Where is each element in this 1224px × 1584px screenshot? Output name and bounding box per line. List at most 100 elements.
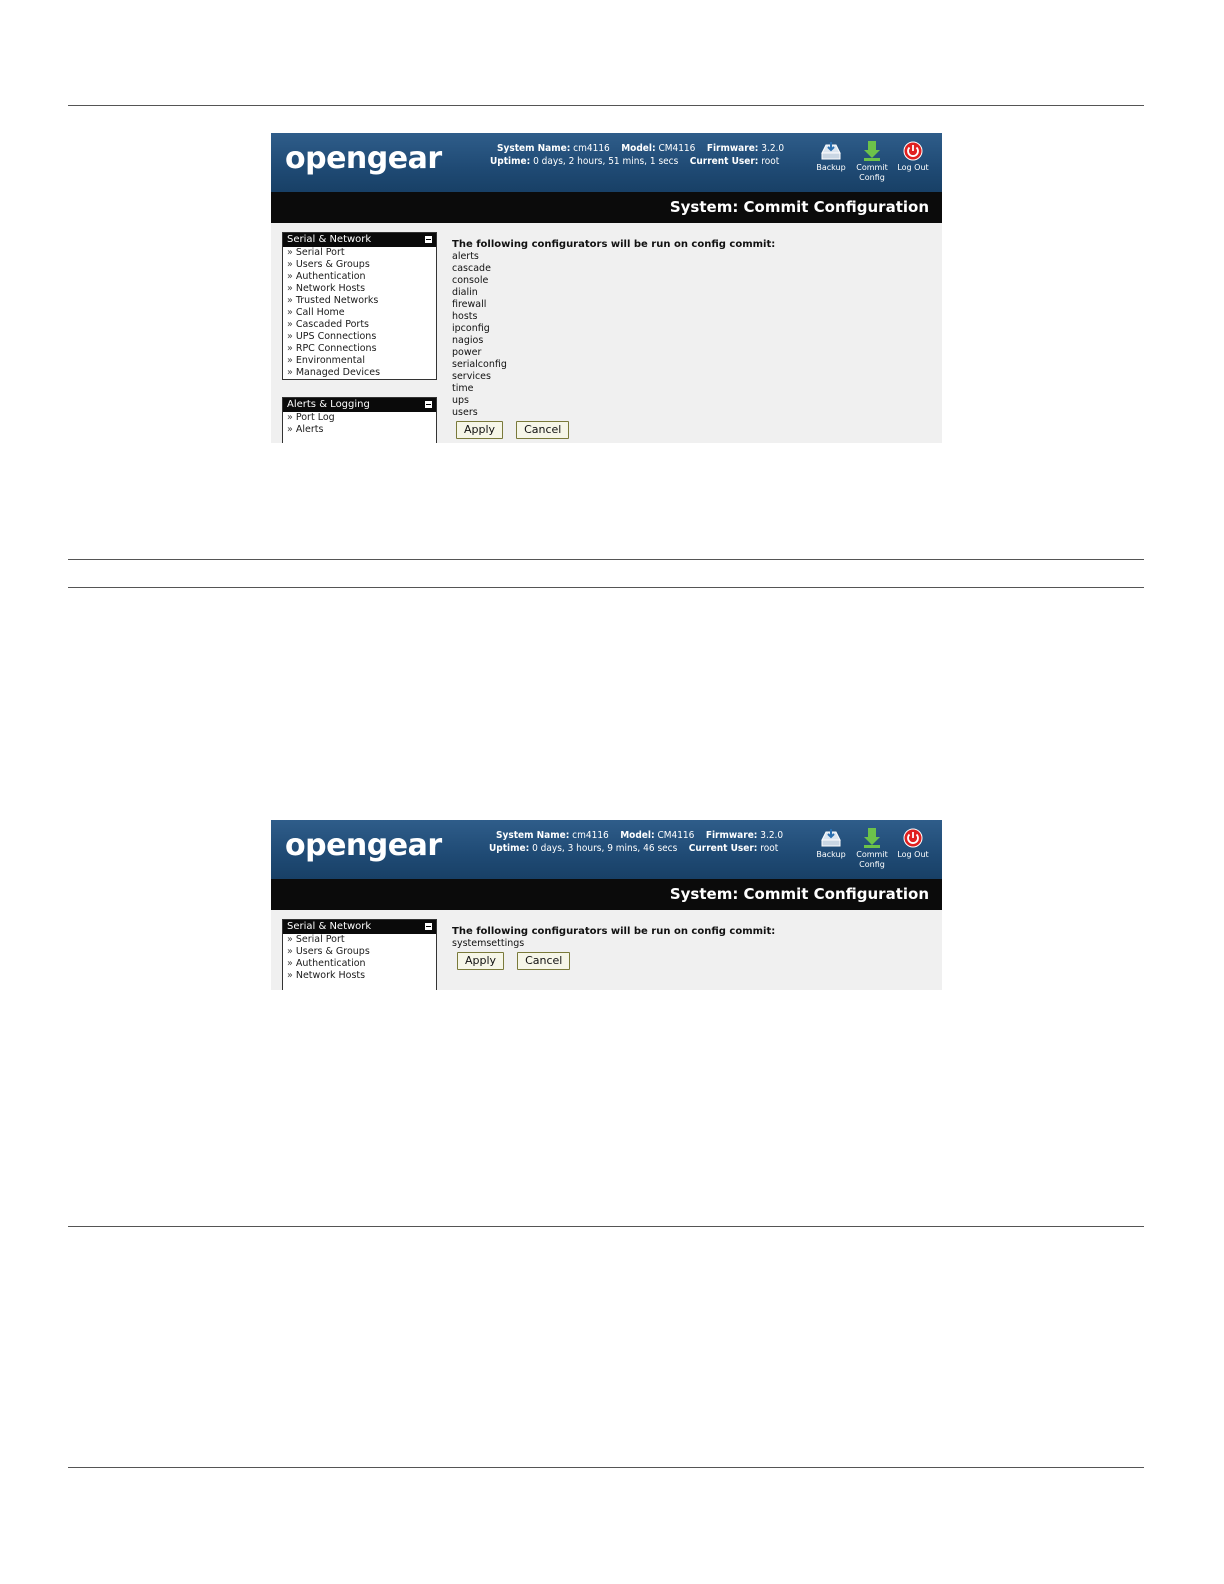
configurator-item: dialin — [452, 287, 478, 298]
configurator-item: users — [452, 407, 478, 418]
configurator-item: power — [452, 347, 482, 358]
menu-item-users-groups[interactable]: Users & Groups — [283, 259, 436, 271]
menu-item-authentication[interactable]: Authentication — [283, 958, 436, 970]
log-out-button[interactable]: Log Out — [893, 141, 933, 173]
model-value: CM4116 — [658, 143, 696, 154]
menu-header[interactable]: Serial & Network — [283, 920, 436, 934]
log-out-label: Log Out — [897, 850, 929, 859]
collapse-icon[interactable] — [425, 923, 432, 930]
menu-item-rpc-connections[interactable]: RPC Connections — [283, 343, 436, 355]
menu-item-alerts[interactable]: Alerts — [283, 424, 436, 436]
system-name-value: cm4116 — [572, 830, 609, 841]
configurator-item: console — [452, 275, 489, 286]
apply-button[interactable]: Apply — [456, 421, 504, 439]
app-header: opengear System Name: cm4116 Model: CM41… — [271, 820, 942, 879]
system-name-label: System Name: — [497, 143, 571, 154]
menu-item-environmental[interactable]: Environmental — [283, 355, 436, 367]
commit-content: The following configurators will be run … — [452, 239, 775, 439]
log-out-button[interactable]: Log Out — [893, 828, 933, 860]
current-user-label: Current User: — [688, 843, 758, 854]
firmware-label: Firmware: — [706, 143, 759, 154]
uptime-value: 0 days, 3 hours, 9 mins, 46 secs — [532, 843, 678, 854]
menu-item-trusted-networks[interactable]: Trusted Networks — [283, 295, 436, 307]
configurator-item: systemsettings — [452, 938, 525, 949]
system-name-label: System Name: — [496, 830, 570, 841]
cancel-button[interactable]: Cancel — [517, 952, 571, 970]
menu-item-users-groups[interactable]: Users & Groups — [283, 946, 436, 958]
configurator-item: hosts — [452, 311, 478, 322]
configurator-item: time — [452, 383, 474, 394]
commit-label-line1: Commit — [856, 163, 888, 172]
power-icon — [903, 141, 923, 161]
configurator-item: services — [452, 371, 491, 382]
menu-header[interactable]: Alerts & Logging — [283, 398, 436, 412]
menu-item-network-hosts[interactable]: Network Hosts — [283, 970, 436, 982]
commit-config-button[interactable]: Commit Config — [852, 141, 892, 183]
page-title-bar: System: Commit Configuration — [271, 879, 942, 910]
model-value: CM4116 — [657, 830, 695, 841]
commit-label-line2: Config — [859, 173, 885, 182]
page-title-bar: System: Commit Configuration — [271, 192, 942, 223]
menu-title: Alerts & Logging — [287, 399, 370, 410]
system-info: System Name: cm4116 Model: CM4116 Firmwa… — [489, 829, 785, 855]
collapse-icon[interactable] — [425, 236, 432, 243]
power-icon — [903, 828, 923, 848]
menu-title: Serial & Network — [287, 234, 372, 245]
download-arrow-icon — [864, 141, 880, 161]
configurator-item: alerts — [452, 251, 479, 262]
download-arrow-icon — [864, 828, 880, 848]
configurators-heading: The following configurators will be run … — [452, 926, 776, 937]
uptime-label: Uptime: — [489, 843, 530, 854]
backup-button[interactable]: Backup — [811, 141, 851, 173]
backup-label: Backup — [816, 850, 846, 859]
menu-item-serial-port[interactable]: Serial Port — [283, 247, 436, 259]
menu-title: Serial & Network — [287, 921, 372, 932]
menu-alerts-logging: Alerts & Logging Port Log Alerts — [282, 397, 437, 443]
configurator-item: ups — [452, 395, 470, 406]
backup-button[interactable]: Backup — [811, 828, 851, 860]
backup-icon — [821, 829, 841, 847]
configurator-item: firewall — [452, 299, 487, 310]
opengear-logo: opengear — [285, 828, 442, 863]
page-title: System: Commit Configuration — [669, 885, 929, 903]
opengear-logo: opengear — [285, 141, 442, 176]
model-label: Model: — [620, 830, 655, 841]
section-rule — [68, 1226, 1144, 1227]
menu-item-network-hosts[interactable]: Network Hosts — [283, 283, 436, 295]
configurator-item: cascade — [452, 263, 491, 274]
uptime-label: Uptime: — [490, 156, 531, 167]
app-header: opengear System Name: cm4116 Model: CM41… — [271, 133, 942, 192]
commit-content: The following configurators will be run … — [452, 926, 775, 970]
firmware-label: Firmware: — [705, 830, 758, 841]
page-header-rule — [68, 105, 1144, 106]
menu-item-call-home[interactable]: Call Home — [283, 307, 436, 319]
configurator-item: nagios — [452, 335, 484, 346]
menu-item-port-log[interactable]: Port Log — [283, 412, 436, 424]
apply-button[interactable]: Apply — [457, 952, 505, 970]
menu-item-ups-connections[interactable]: UPS Connections — [283, 331, 436, 343]
firmware-value: 3.2.0 — [760, 830, 784, 841]
system-info: System Name: cm4116 Model: CM4116 Firmwa… — [490, 142, 786, 168]
backup-icon — [821, 142, 841, 160]
menu-item-cascaded-ports[interactable]: Cascaded Ports — [283, 319, 436, 331]
menu-serial-network: Serial & Network Serial Port Users & Gro… — [282, 232, 437, 380]
menu-serial-network: Serial & Network Serial Port Users & Gro… — [282, 919, 437, 990]
menu-header[interactable]: Serial & Network — [283, 233, 436, 247]
commit-config-button[interactable]: Commit Config — [852, 828, 892, 870]
menu-item-authentication[interactable]: Authentication — [283, 271, 436, 283]
menu-item-serial-port[interactable]: Serial Port — [283, 934, 436, 946]
commit-config-screenshot-1: opengear System Name: cm4116 Model: CM41… — [271, 133, 942, 443]
uptime-value: 0 days, 2 hours, 51 mins, 1 secs — [533, 156, 679, 167]
configurator-item: ipconfig — [452, 323, 490, 334]
page-title: System: Commit Configuration — [669, 198, 929, 216]
section-rule — [68, 559, 1144, 560]
page-footer-rule — [68, 1467, 1144, 1468]
menu-item-managed-devices[interactable]: Managed Devices — [283, 367, 436, 379]
cancel-button[interactable]: Cancel — [516, 421, 570, 439]
current-user-value: root — [761, 156, 780, 167]
collapse-icon[interactable] — [425, 401, 432, 408]
system-name-value: cm4116 — [573, 143, 610, 154]
log-out-label: Log Out — [897, 163, 929, 172]
commit-label-line1: Commit — [856, 850, 888, 859]
commit-label-line2: Config — [859, 860, 885, 869]
